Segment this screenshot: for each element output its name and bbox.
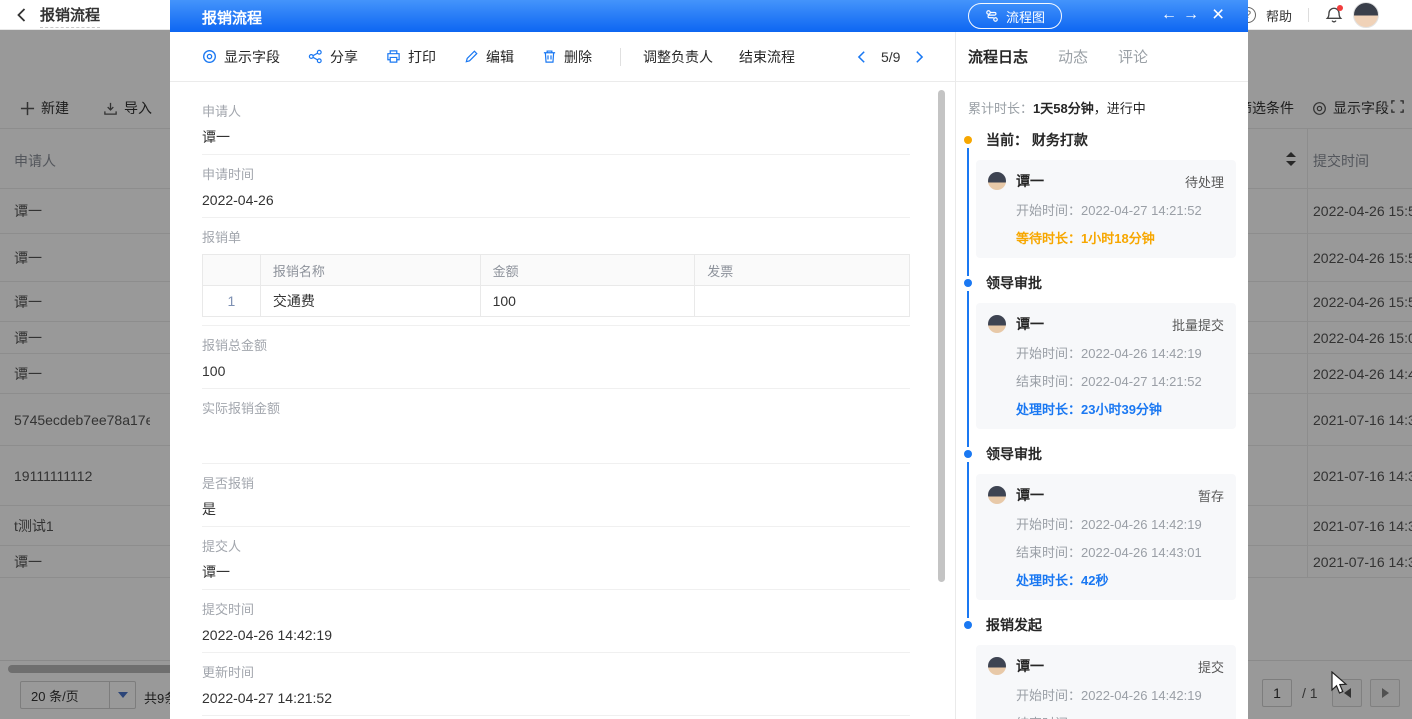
prev-record-icon[interactable] — [855, 50, 869, 64]
header-divider — [1308, 8, 1310, 22]
flowchart-icon — [986, 10, 998, 22]
panel-tabs: 流程日志 动态 评论 — [956, 32, 1248, 82]
trash-icon — [543, 50, 556, 63]
timeline-step-approval: 领导审批 谭一 批量提交 开始时间：2022-04-26 14:42:19 结束… — [964, 276, 1236, 447]
current-step-dot — [964, 136, 972, 144]
timeline-connector — [967, 148, 969, 276]
help-link[interactable]: 帮助 — [1266, 6, 1292, 25]
end-flow-button[interactable]: 结束流程 — [739, 47, 795, 67]
step-action-label: 提交 — [1197, 659, 1224, 675]
delete-button[interactable]: 删除 — [542, 47, 592, 67]
timeline-step-initiate: 报销发起 谭一 提交 开始时间：2022-04-26 14:42:19 结束时间… — [964, 618, 1236, 719]
page-title: 报销流程 — [40, 4, 101, 28]
form-field-submitter: 提交人 谭一 — [202, 527, 910, 590]
pencil-icon — [465, 50, 478, 63]
user-avatar — [988, 486, 1006, 504]
form-field-update-time: 更新时间 2022-04-27 14:21:52 — [202, 653, 910, 716]
close-icon[interactable]: × — [1212, 2, 1224, 28]
subtable-row-index[interactable]: 1 — [202, 285, 261, 317]
timeline-card: 谭一 暂存 开始时间：2022-04-26 14:42:19 结束时间：2022… — [976, 474, 1236, 600]
step-start-time: 开始时间：2022-04-26 14:42:19 — [1016, 688, 1202, 703]
expense-subtable: 报销名称 金额 发票 1 交通费 100 — [202, 254, 910, 317]
print-icon — [387, 50, 400, 63]
timeline-card: 谭一 提交 开始时间：2022-04-26 14:42:19 结束时间：2022… — [976, 645, 1236, 719]
notifications-button[interactable] — [1325, 5, 1344, 24]
form-field-is-reimbursed: 是否报销 是 — [202, 464, 910, 527]
step-start-time: 开始时间：2022-04-26 14:42:19 — [1016, 517, 1202, 532]
subtable-row: 1 交通费 100 — [202, 285, 910, 317]
form-field-expense-subtable: 报销单 报销名称 金额 发票 1 交通费 100 — [202, 218, 910, 326]
subtable-index-header — [202, 254, 261, 286]
timeline-connector — [967, 291, 969, 447]
step-end-time: 结束时间：2022-04-27 14:21:52 — [1016, 374, 1202, 389]
step-start-time: 开始时间：2022-04-26 14:42:19 — [1016, 346, 1202, 361]
step-duration: 处理时长：23小时39分钟 — [1016, 402, 1162, 417]
share-icon — [308, 49, 322, 64]
step-dot — [964, 621, 972, 629]
step-action-label: 待处理 — [1184, 174, 1224, 190]
duration-summary: 累计时长：1天58分钟，进行中 — [968, 101, 1146, 116]
timeline-step-current: 当前： 财务打款 谭一 待处理 开始时间：2022-04-27 14:21:52… — [964, 133, 1236, 276]
form-scrollbar[interactable] — [938, 90, 945, 582]
user-avatar[interactable] — [1353, 2, 1380, 28]
tab-activity[interactable]: 动态 — [1058, 46, 1088, 67]
eye-icon — [203, 50, 216, 63]
history-forward-icon[interactable]: → — [1183, 5, 1199, 25]
flowchart-button[interactable]: 流程图 — [968, 3, 1063, 29]
record-pager: 5/9 — [855, 49, 926, 65]
show-fields-button[interactable]: 显示字段 — [202, 47, 280, 67]
process-log-panel: 流程日志 动态 评论 累计时长：1天58分钟，进行中 当前： 财务打款 谭一 待… — [955, 32, 1248, 719]
tab-comments[interactable]: 评论 — [1118, 46, 1148, 67]
header-actions: ? 帮助 — [1240, 0, 1380, 30]
form-field-actual-amount: 实际报销金额 — [202, 389, 910, 464]
history-back-icon[interactable]: ← — [1161, 5, 1177, 25]
step-end-time: 结束时间：2022-04-26 14:42:19 — [988, 713, 1224, 719]
modal-title: 报销流程 — [202, 10, 263, 27]
back-icon[interactable] — [14, 7, 30, 23]
pager-position: 5/9 — [881, 48, 901, 65]
subtable-header-row: 报销名称 金额 发票 — [202, 254, 910, 286]
user-avatar — [988, 657, 1006, 675]
step-dot — [964, 450, 972, 458]
step-action-label: 暂存 — [1197, 488, 1224, 504]
timeline-card: 谭一 批量提交 开始时间：2022-04-26 14:42:19 结束时间：20… — [976, 303, 1236, 429]
share-button[interactable]: 分享 — [308, 47, 358, 67]
edit-button[interactable]: 编辑 — [464, 47, 514, 67]
record-form: 申请人 谭一 申请时间 2022-04-26 报销单 报销名称 金额 发票 1 … — [170, 82, 955, 719]
form-field-total-amount: 报销总金额 100 — [202, 326, 910, 389]
step-start-time: 开始时间：2022-04-27 14:21:52 — [1016, 203, 1202, 218]
process-timeline: 当前： 财务打款 谭一 待处理 开始时间：2022-04-27 14:21:52… — [964, 133, 1236, 719]
timeline-step-approval: 领导审批 谭一 暂存 开始时间：2022-04-26 14:42:19 结束时间… — [964, 447, 1236, 618]
step-duration: 等待时长：1小时18分钟 — [1016, 231, 1155, 246]
adjust-owner-button[interactable]: 调整负责人 — [643, 47, 713, 67]
timeline-connector — [967, 462, 969, 618]
form-field-applicant: 申请人 谭一 — [202, 88, 910, 155]
user-avatar — [988, 315, 1006, 333]
step-dot — [964, 279, 972, 287]
form-field-apply-date: 申请时间 2022-04-26 — [202, 155, 910, 218]
step-action-label: 批量提交 — [1171, 317, 1224, 333]
next-record-icon[interactable] — [912, 50, 926, 64]
notification-dot — [1337, 5, 1344, 11]
tab-process-log[interactable]: 流程日志 — [968, 46, 1028, 67]
toolbar-divider — [620, 47, 621, 66]
user-avatar — [988, 172, 1006, 190]
screen: 报销流程 ? 帮助 新建 导入 筛选条件 显示字段 申请人 提交时间 谭一 20… — [0, 0, 1412, 719]
form-field-submit-time: 提交时间 2022-04-26 14:42:19 — [202, 590, 910, 653]
timeline-card: 谭一 待处理 开始时间：2022-04-27 14:21:52 等待时长：1小时… — [976, 160, 1236, 258]
step-end-time: 结束时间：2022-04-26 14:43:01 — [1016, 545, 1202, 560]
print-button[interactable]: 打印 — [386, 47, 436, 67]
step-duration: 处理时长：42秒 — [1016, 573, 1109, 588]
record-detail-modal: 报销流程 流程图 ← → × 显示字段 分享 打印 编辑 删除 调整负责人 结束… — [170, 0, 1248, 719]
modal-header: 报销流程 流程图 ← → × — [170, 0, 1248, 32]
